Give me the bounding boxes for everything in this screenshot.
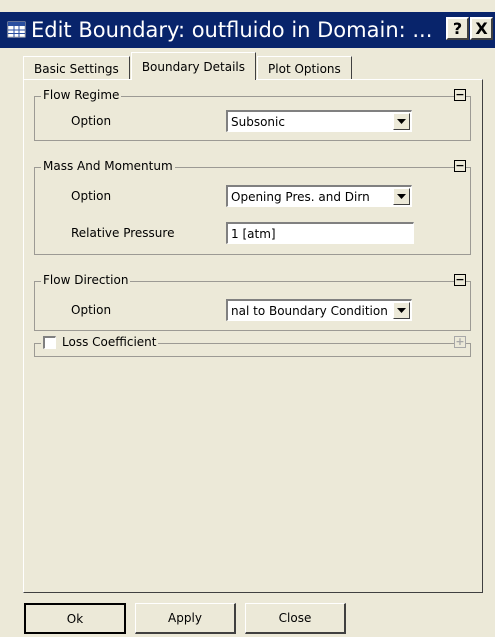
loss-coefficient-legend: Loss Coefficient [41,335,159,349]
relative-pressure-label: Relative Pressure [71,226,175,240]
flow-direction-option-value: nal to Boundary Condition [231,304,388,318]
triangle-down-icon[interactable] [393,302,410,319]
flow-regime-title: Flow Regime [41,88,122,102]
flow-direction-option-select[interactable]: nal to Boundary Condition [226,299,412,321]
grid-window-icon [7,20,27,40]
mass-momentum-option-value: Opening Pres. and Dirn [231,190,370,204]
relative-pressure-input[interactable]: 1 [atm] [226,222,414,244]
minus-box-icon[interactable]: − [454,160,466,172]
relative-pressure-row: Relative Pressure 1 [atm] [35,221,470,245]
mass-momentum-option-label: Option [71,189,112,203]
loss-coefficient-title: Loss Coefficient [62,335,157,349]
title-bar[interactable]: Edit Boundary: outfluido in Domain: ... … [0,12,495,48]
loss-coefficient-checkbox[interactable] [43,335,56,349]
mass-momentum-title: Mass And Momentum [41,159,175,173]
flow-direction-group: Flow Direction − Option nal to Boundary … [34,273,471,331]
tab-strip: Basic Settings Boundary Details Plot Opt… [23,52,353,80]
plus-box-icon[interactable]: + [454,336,466,348]
flow-regime-option-value: Subsonic [231,115,285,129]
ok-button[interactable]: Ok [24,603,126,634]
flow-direction-option-label: Option [71,303,112,317]
mass-momentum-option-row: Option Opening Pres. and Dirn [35,184,470,208]
mass-momentum-option-select[interactable]: Opening Pres. and Dirn [226,185,412,207]
flow-direction-option-row: Option nal to Boundary Condition [35,298,470,322]
tab-basic-settings[interactable]: Basic Settings [23,56,130,80]
minus-box-icon[interactable]: − [454,89,466,101]
flow-regime-group: Flow Regime − Option Subsonic [34,88,471,141]
close-window-button[interactable]: X [470,17,493,40]
close-button[interactable]: Close [245,603,346,634]
triangle-down-icon[interactable] [393,113,410,130]
boundary-details-panel: Flow Regime − Option Subsonic Mass And M… [23,79,483,593]
window-title: Edit Boundary: outfluido in Domain: ... [31,18,431,42]
top-strip [0,0,495,12]
flow-regime-option-select[interactable]: Subsonic [226,110,412,132]
flow-direction-title: Flow Direction [41,273,131,287]
tab-plot-options[interactable]: Plot Options [257,56,352,80]
help-button[interactable]: ? [446,17,469,40]
flow-regime-option-label: Option [71,114,112,128]
minus-box-icon[interactable]: − [454,274,466,286]
apply-button[interactable]: Apply [135,603,236,634]
flow-regime-option-row: Option Subsonic [35,109,470,133]
loss-coefficient-group: Loss Coefficient + [34,335,471,357]
tab-boundary-details[interactable]: Boundary Details [130,52,257,80]
mass-momentum-group: Mass And Momentum − Option Opening Pres.… [34,159,471,255]
triangle-down-icon[interactable] [393,188,410,205]
